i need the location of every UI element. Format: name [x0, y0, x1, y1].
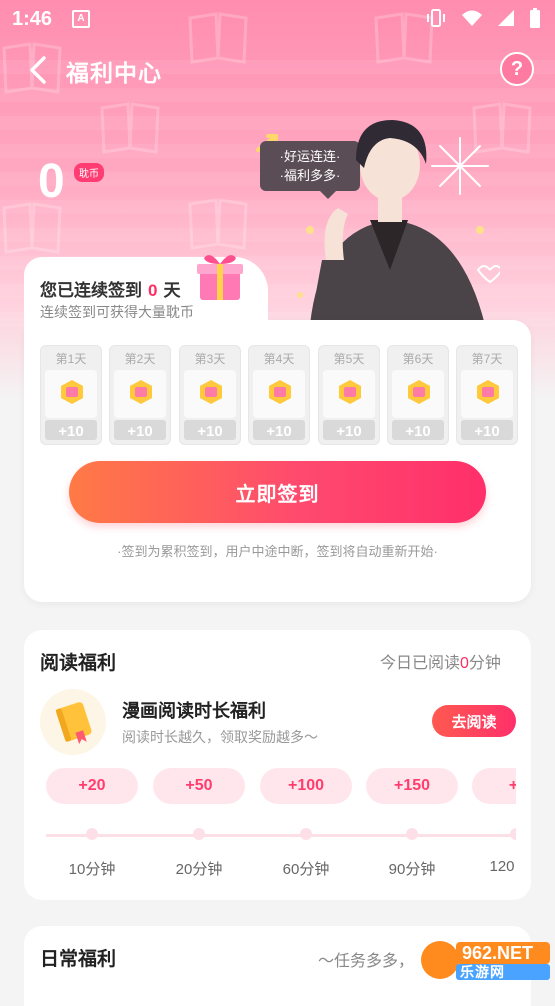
- day-label: 第7天: [471, 352, 503, 366]
- day-reward: +10: [405, 423, 431, 440]
- streak-subtitle: 连续签到可获得大量耽币: [40, 304, 194, 320]
- coin-icon: [339, 380, 361, 404]
- coin-icon: [200, 380, 222, 404]
- coin-icon: [477, 380, 499, 404]
- day-reward-box: [461, 370, 513, 418]
- today-suffix: 分钟: [468, 655, 501, 672]
- day-label: 第5天: [333, 352, 365, 366]
- watermark-subtext: 乐游网: [460, 964, 505, 980]
- checkin-day[interactable]: 第6天 +10: [387, 345, 449, 445]
- day-label: 第1天: [55, 352, 87, 366]
- checkin-button[interactable]: 立即签到: [69, 461, 486, 523]
- today-prefix: 今日已阅读: [380, 655, 461, 672]
- checkin-note: ·签到为累积签到，用户中途中断，签到将自动重新开始·: [117, 544, 438, 559]
- reading-title: 阅读福利: [40, 653, 117, 674]
- go-read-button[interactable]: 去阅读: [432, 705, 516, 737]
- reading-rewards-row: +20 +50 +100 +150 +2 10分钟 20分钟 60分钟 90分钟…: [40, 768, 516, 888]
- checkin-day[interactable]: 第4天 +10: [248, 345, 310, 445]
- status-time: 1:46: [12, 8, 53, 30]
- reading-today: 今日已阅读0分钟: [380, 649, 501, 673]
- checkin-day[interactable]: 第5天 +10: [318, 345, 380, 445]
- task-title: 漫画阅读时长福利: [122, 701, 266, 721]
- reward-pill: +2: [472, 768, 516, 804]
- mascot-character: [297, 120, 500, 325]
- day-label: 第4天: [263, 352, 295, 366]
- reward-pill: +150: [366, 768, 458, 804]
- task-icon-wrap: [40, 689, 106, 755]
- vibrate-icon: [427, 9, 445, 27]
- day-reward: +10: [266, 423, 292, 440]
- coin-icon: [130, 380, 152, 404]
- day-reward: +10: [336, 423, 362, 440]
- gift-box-icon: [197, 255, 243, 300]
- checkin-day[interactable]: 第3天 +10: [179, 345, 241, 445]
- daily-title: 日常福利: [40, 949, 117, 970]
- day-label: 第6天: [402, 352, 434, 366]
- help-icon[interactable]: ?: [500, 52, 534, 86]
- checkin-day[interactable]: 第1天 +10: [40, 345, 102, 445]
- reward-pill: +20: [46, 768, 138, 804]
- checkin-day[interactable]: 第2天 +10: [109, 345, 171, 445]
- streak-prefix: 您已连续签到: [40, 281, 142, 300]
- checkin-streak: 您已连续签到 0 天: [40, 276, 180, 301]
- book-deco-icon: [2, 202, 62, 254]
- minute-label: 10分钟: [68, 861, 116, 878]
- coin-icon: [269, 380, 291, 404]
- wifi-icon: [462, 10, 482, 26]
- app-indicator-icon: A: [72, 10, 90, 28]
- day-reward-box: [184, 370, 236, 418]
- reward-pill: +50: [153, 768, 245, 804]
- minute-label: 20分钟: [175, 861, 223, 878]
- progress-dot: [193, 828, 205, 840]
- coin-icon: [61, 380, 83, 404]
- battery-icon: [530, 8, 540, 28]
- minute-label: 120: [489, 858, 515, 875]
- coin-unit-badge: 耽币: [74, 163, 104, 182]
- checkin-days-row: 第1天 +10 第2天 +10 第3天 +10 第4天 +10 第5天 +10 …: [40, 345, 520, 445]
- book-icon: [55, 702, 92, 745]
- streak-days: 0: [148, 281, 158, 300]
- day-reward: +10: [474, 423, 500, 440]
- day-reward-box: [114, 370, 166, 418]
- progress-dot: [86, 828, 98, 840]
- progress-dot: [300, 828, 312, 840]
- day-label: 第2天: [124, 352, 156, 366]
- reading-progress-track: [46, 834, 516, 837]
- day-reward-box: [323, 370, 375, 418]
- coin-balance: 0: [38, 155, 65, 208]
- back-chevron-icon[interactable]: [24, 54, 54, 86]
- task-subtitle: 阅读时长越久，领取奖励越多～: [122, 729, 318, 745]
- minute-label: 90分钟: [388, 861, 436, 878]
- book-deco-icon: [188, 198, 248, 250]
- day-label: 第3天: [194, 352, 226, 366]
- reward-pill: +100: [260, 768, 352, 804]
- day-reward-box: [253, 370, 305, 418]
- status-icons: [425, 8, 541, 28]
- progress-dot: [406, 828, 418, 840]
- day-reward-box: [45, 370, 97, 418]
- minute-label: 60分钟: [282, 861, 330, 878]
- day-reward: +10: [197, 423, 223, 440]
- day-reward: +10: [58, 423, 84, 440]
- today-minutes: 0: [460, 655, 469, 672]
- watermark-text: 962.NET: [462, 943, 533, 963]
- progress-dot: [510, 828, 516, 840]
- daily-subtitle: ～任务多多，: [318, 953, 415, 970]
- page-title: 福利中心: [66, 60, 162, 86]
- signal-icon: [498, 10, 514, 26]
- day-reward-box: [392, 370, 444, 418]
- day-reward: +10: [127, 423, 153, 440]
- checkin-day[interactable]: 第7天 +10: [456, 345, 518, 445]
- coin-icon: [408, 380, 430, 404]
- book-deco-icon: [100, 102, 160, 154]
- status-bar: 1:46 A: [0, 0, 555, 38]
- streak-suffix: 天: [163, 281, 181, 300]
